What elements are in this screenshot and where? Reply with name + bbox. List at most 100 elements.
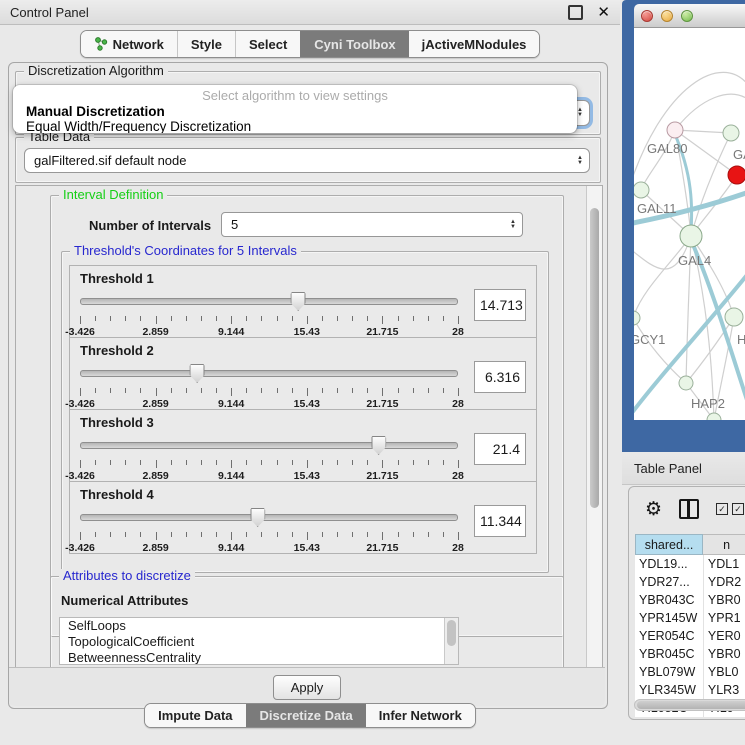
list-scrollbar[interactable] — [444, 618, 458, 664]
table-row[interactable]: YLR345WYLR3 — [635, 681, 745, 699]
threshold-3-slider[interactable]: -3.4262.8599.14415.4321.71528 — [80, 433, 458, 477]
dropdown-item-equal-width[interactable]: Equal Width/Frequency Discretization — [13, 119, 577, 133]
threshold-1-value-field[interactable]: 14.713 — [474, 289, 526, 321]
table-row[interactable]: YBR045CYBR0 — [635, 645, 745, 663]
slider-tick — [337, 460, 338, 465]
slider-track[interactable] — [80, 514, 458, 521]
tab-infer-network[interactable]: Infer Network — [366, 704, 475, 727]
slider-thumb[interactable] — [250, 508, 265, 527]
slider-thumb[interactable] — [190, 364, 205, 383]
top-tabbar: Network Style Select Cyni Toolbox jActiv… — [0, 30, 620, 58]
tab-cyni-toolbox[interactable]: Cyni Toolbox — [300, 31, 408, 57]
table-panel-header: Table Panel — [622, 452, 745, 485]
slider-tick — [216, 460, 217, 465]
threshold-3-value-field[interactable]: 21.4 — [474, 433, 526, 465]
slider-tick — [458, 532, 459, 540]
checkbox-icon[interactable]: ✓ — [716, 503, 728, 515]
scrollbar-thumb[interactable] — [590, 208, 599, 508]
slider-tick — [140, 532, 141, 537]
threshold-2-value-field[interactable]: 6.316 — [474, 361, 526, 393]
slider-tick — [398, 388, 399, 393]
slider-tick — [322, 460, 323, 465]
close-traffic-light-icon[interactable] — [641, 10, 653, 22]
table-row[interactable]: YPR145WYPR1 — [635, 609, 745, 627]
dropdown-item-manual-discretization[interactable]: Manual Discretization — [13, 104, 577, 119]
threshold-4-slider[interactable]: -3.4262.8599.14415.4321.71528 — [80, 505, 458, 549]
list-item[interactable]: TopologicalCoefficient — [60, 634, 458, 650]
slider-tick — [292, 316, 293, 321]
slider-tick — [140, 316, 141, 321]
slider-tick — [125, 388, 126, 393]
node-gal11[interactable] — [634, 182, 649, 198]
table-data-group: Table Data galFiltered.sif default node … — [15, 137, 601, 183]
slider-tick — [231, 460, 232, 468]
network-view-window[interactable]: GAL80 GA GAL11 GAL4 GCY1 H HAP2 — [622, 0, 745, 452]
horizontal-scrollbar[interactable] — [634, 699, 745, 711]
tab-network[interactable]: Network — [81, 31, 177, 57]
slider-track[interactable] — [80, 298, 458, 305]
node-label: GAL11 — [637, 201, 677, 216]
vertical-scrollbar[interactable] — [586, 186, 602, 692]
node-hap2[interactable] — [679, 376, 693, 390]
threshold-2-slider[interactable]: -3.4262.8599.14415.4321.71528 — [80, 361, 458, 405]
threshold-3-block: Threshold 3 -3.4262.8599.14415.4321.7152… — [69, 409, 537, 482]
tab-discretize-data[interactable]: Discretize Data — [246, 704, 366, 727]
node-gal4[interactable] — [680, 225, 702, 247]
list-item[interactable]: SelfLoops — [60, 618, 458, 634]
scrollbar-thumb[interactable] — [447, 620, 456, 646]
network-canvas[interactable]: GAL80 GA GAL11 GAL4 GCY1 H HAP2 — [634, 28, 745, 420]
tab-style[interactable]: Style — [177, 31, 235, 57]
list-item[interactable]: BetweennessCentrality — [60, 650, 458, 665]
slider-tick — [382, 388, 383, 396]
slider-tick — [443, 532, 444, 537]
slider-tick — [80, 388, 81, 396]
network-window-titlebar[interactable] — [634, 4, 745, 28]
node-gal80[interactable] — [667, 122, 683, 138]
node-ga[interactable] — [723, 125, 739, 141]
slider-tick — [186, 532, 187, 537]
slider-tick — [352, 316, 353, 321]
table-data-combobox[interactable]: galFiltered.sif default node ▲▼ — [24, 148, 590, 173]
columns-icon[interactable] — [679, 499, 699, 519]
apply-button[interactable]: Apply — [273, 675, 341, 700]
table-row[interactable]: YBR043CYBR0 — [635, 591, 745, 609]
spinner-arrows-icon: ▲▼ — [571, 156, 589, 166]
bottom-tab-group: Impute Data Discretize Data Infer Networ… — [144, 703, 476, 728]
threshold-1-slider[interactable]: -3.4262.8599.14415.4321.71528 — [80, 289, 458, 333]
node-red-selected[interactable] — [728, 166, 745, 184]
table-row[interactable]: YER054CYER0 — [635, 627, 745, 645]
slider-tick — [292, 460, 293, 465]
slider-tick — [171, 460, 172, 465]
tab-jactivemnodules[interactable]: jActiveMNodules — [409, 31, 540, 57]
gear-icon[interactable]: ⚙ — [645, 500, 662, 519]
slider-track[interactable] — [80, 442, 458, 449]
column-header-shared-name[interactable]: shared... — [635, 534, 703, 555]
tab-impute-data[interactable]: Impute Data — [145, 704, 245, 727]
tab-label: Infer Network — [379, 708, 462, 723]
table-row[interactable]: YBL079WYBL0 — [635, 663, 745, 681]
slider-tick — [110, 388, 111, 393]
minimize-traffic-light-icon[interactable] — [661, 10, 673, 22]
close-icon[interactable]: ✕ — [597, 7, 610, 18]
slider-tick — [125, 532, 126, 537]
slider-track[interactable] — [80, 370, 458, 377]
table-row[interactable]: YDR27...YDR2 — [635, 573, 745, 591]
node-h[interactable] — [725, 308, 743, 326]
slider-tick — [95, 388, 96, 393]
node-attribute-table[interactable]: shared... n YDL19...YDL1 YDR27...YDR2 YB… — [635, 534, 745, 717]
slider-thumb[interactable] — [371, 436, 386, 455]
table-row[interactable]: YDL19...YDL1 — [635, 555, 745, 573]
zoom-traffic-light-icon[interactable] — [681, 10, 693, 22]
checkbox-filter-icons[interactable]: ✓ ✓ — [716, 503, 744, 515]
tab-select[interactable]: Select — [235, 31, 300, 57]
node-gcy1[interactable] — [634, 311, 640, 325]
threshold-4-value-field[interactable]: 11.344 — [474, 505, 526, 537]
scrollbar-thumb[interactable] — [637, 701, 745, 709]
column-header-name[interactable]: n — [703, 534, 745, 555]
float-window-icon[interactable] — [568, 5, 583, 20]
num-intervals-combobox[interactable]: 5 ▲▼ — [221, 212, 523, 237]
numerical-attributes-list[interactable]: SelfLoops TopologicalCoefficient Between… — [59, 617, 459, 665]
slider-tick — [367, 460, 368, 465]
checkbox-icon[interactable]: ✓ — [732, 503, 744, 515]
slider-thumb[interactable] — [291, 292, 306, 311]
